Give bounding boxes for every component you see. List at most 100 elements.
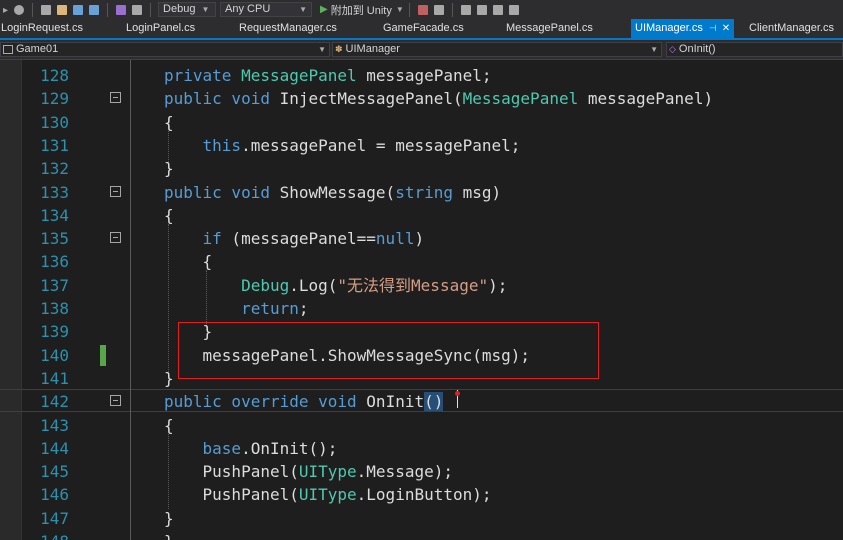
code-line[interactable]: 129 public void InjectMessagePanel(Messag… <box>0 87 843 110</box>
code-token: ShowMessage( <box>279 182 396 202</box>
code-line[interactable]: 132} <box>0 157 843 180</box>
tab-uimanager[interactable]: UIManager.cs ⊣ ✕ <box>631 19 735 38</box>
code-text: Debug.Log("无法得到Message"); <box>164 274 507 297</box>
code-line[interactable]: 136 { <box>0 250 843 273</box>
line-number: 141 <box>40 368 69 388</box>
tab-clientmanager[interactable]: ClientManager.cs <box>749 19 834 38</box>
line-number: 135 <box>40 229 69 249</box>
code-token: InjectMessagePanel( <box>279 89 463 109</box>
code-token: UIType <box>298 462 357 482</box>
code-token: MessagePanel <box>241 66 357 85</box>
class-select[interactable]: ✽ UIManager ▼ <box>332 42 662 57</box>
code-line[interactable]: 147} <box>0 507 843 530</box>
line-number: 145 <box>40 462 69 482</box>
code-line[interactable]: 144 base.OnInit(); <box>0 437 843 460</box>
line-number: 143 <box>40 415 69 435</box>
line-number: 133 <box>40 182 69 202</box>
code-token: base <box>202 438 242 458</box>
code-token: MessagePanel <box>462 89 579 109</box>
bookmark-next-icon[interactable] <box>492 4 503 15</box>
attach-button[interactable]: ▶ 附加到 Unity ▼ <box>320 2 404 18</box>
code-line[interactable]: 133 public void ShowMessage(string msg) <box>0 181 843 204</box>
code-line[interactable]: 137 Debug.Log("无法得到Message"); <box>0 274 843 297</box>
save-all-icon[interactable] <box>89 4 100 15</box>
code-token: .messagePanel = messagePanel; <box>241 135 521 155</box>
code-token: ; <box>298 299 309 318</box>
line-number: 147 <box>40 508 69 528</box>
code-line[interactable]: 131 this.messagePanel = messagePanel; <box>0 134 843 157</box>
code-line[interactable]: 142 public override void OnInit() <box>0 390 843 413</box>
code-text: private MessagePanel messagePanel; <box>164 64 492 87</box>
project-select[interactable]: Game01 ▼ <box>0 42 330 57</box>
code-token: } <box>164 532 174 540</box>
code-token: { <box>164 112 174 132</box>
code-line[interactable]: 135 if (messagePanel==null) <box>0 227 843 250</box>
bookmark-prev-icon[interactable] <box>476 4 487 15</box>
collapse-toggle-icon[interactable] <box>110 395 121 407</box>
code-text: return; <box>164 297 309 320</box>
platform-value: Any CPU <box>225 3 271 15</box>
code-editor[interactable]: 128 private MessagePanel messagePanel; 129… <box>0 60 843 540</box>
new-project-icon[interactable] <box>41 4 52 15</box>
code-line[interactable]: 143 { <box>0 414 843 437</box>
collapse-toggle-icon[interactable] <box>110 185 121 197</box>
code-line[interactable]: 146 PushPanel(UIType.LoginButton); <box>0 483 843 506</box>
debug-tools-icon[interactable] <box>417 4 428 15</box>
code-line[interactable]: 134 { <box>0 204 843 227</box>
tab-requestmanager[interactable]: RequestManager.cs <box>239 19 337 38</box>
code-text: } <box>164 507 174 530</box>
save-icon[interactable] <box>73 4 84 15</box>
redo-icon[interactable] <box>132 4 143 15</box>
code-line[interactable]: 128 private MessagePanel messagePanel; <box>0 64 843 87</box>
code-token: UIType <box>298 485 357 505</box>
code-text: { <box>164 250 213 273</box>
code-token: Debug <box>241 275 290 295</box>
collapse-toggle-icon[interactable] <box>110 92 121 104</box>
class-value: UIManager <box>345 43 400 55</box>
tab-label: LoginPanel.cs <box>126 22 196 34</box>
chevron-down-icon: ▼ <box>395 5 404 14</box>
tab-loginrequest[interactable]: LoginRequest.cs <box>1 19 83 38</box>
pin-icon[interactable]: ⊣ <box>709 23 717 33</box>
toolbar-separator <box>32 2 34 17</box>
open-file-icon[interactable] <box>57 4 68 15</box>
browse-icon[interactable] <box>433 4 444 15</box>
toolbar-separator <box>408 2 410 17</box>
code-token: msg) <box>452 182 502 202</box>
tab-gamefacade[interactable]: GameFacade.cs <box>383 19 464 38</box>
code-line[interactable]: 130 { <box>0 111 843 134</box>
code-line[interactable]: 138 return; <box>0 297 843 320</box>
platform-select[interactable]: Any CPU ▼ <box>220 2 313 17</box>
line-number: 130 <box>40 112 69 132</box>
code-text: public void InjectMessagePanel(MessagePa… <box>164 87 713 110</box>
code-text: PushPanel(UIType.LoginButton); <box>164 483 492 506</box>
tab-messagepanel[interactable]: MessagePanel.cs <box>506 19 593 38</box>
code-text: { <box>164 204 174 227</box>
close-icon[interactable]: ✕ <box>722 23 730 34</box>
method-icon: ◇ <box>669 43 676 54</box>
chevron-down-icon: ▼ <box>650 45 658 54</box>
line-number: 137 <box>40 275 69 295</box>
tab-label: ClientManager.cs <box>749 22 834 34</box>
line-number: 144 <box>40 438 69 458</box>
code-line[interactable]: 145 PushPanel(UIType.Message); <box>0 460 843 483</box>
configuration-select[interactable]: Debug ▼ <box>158 2 217 17</box>
tab-loginpanel[interactable]: LoginPanel.cs <box>126 19 195 38</box>
bookmark-clear-icon[interactable] <box>508 4 519 15</box>
back-icon[interactable]: ▸ <box>3 5 8 16</box>
navigate-back-icon[interactable] <box>14 4 25 15</box>
undo-icon[interactable] <box>116 4 127 15</box>
line-number: 142 <box>40 392 69 412</box>
toolbar-separator <box>107 2 109 17</box>
member-select[interactable]: ◇ OnInit() <box>666 42 843 57</box>
code-token: ); <box>488 275 508 295</box>
collapse-toggle-icon[interactable] <box>110 232 121 244</box>
project-value: Game01 <box>16 43 59 55</box>
code-line[interactable]: 148} <box>0 530 843 540</box>
code-text: } <box>164 530 174 540</box>
code-token: OnInit <box>366 392 425 412</box>
line-number: 140 <box>40 345 69 365</box>
code-token: .LoginButton); <box>356 485 492 505</box>
bookmark-icon[interactable] <box>460 4 471 15</box>
